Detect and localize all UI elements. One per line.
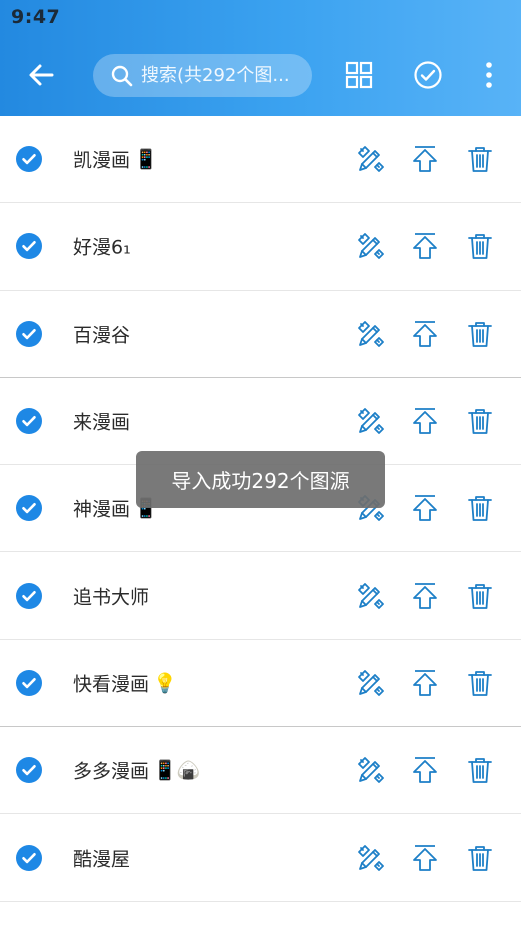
source-name: 追书大师 — [73, 582, 153, 609]
list-item[interactable]: 凯漫画 📱 — [0, 116, 521, 204]
edit-icon[interactable] — [356, 231, 386, 261]
list-item[interactable]: 酷漫屋 — [0, 814, 521, 902]
grid-view-button[interactable] — [340, 56, 378, 94]
move-to-top-icon[interactable] — [410, 581, 440, 611]
move-to-top-icon[interactable] — [410, 493, 440, 523]
list-item[interactable]: 追书大师 — [0, 552, 521, 640]
check-circle-icon — [414, 61, 442, 89]
source-emoji: 📱🍙 — [153, 759, 201, 782]
checked-checkbox-icon[interactable] — [16, 408, 42, 435]
source-name: 酷漫屋 — [73, 844, 134, 871]
source-emoji: 💡 — [153, 672, 177, 695]
list-item[interactable]: 百漫谷 — [0, 291, 521, 378]
source-name: 百漫谷 — [73, 320, 134, 347]
edit-icon[interactable] — [356, 843, 386, 873]
status-time: 9:47 — [11, 6, 61, 28]
delete-icon[interactable] — [465, 406, 495, 436]
move-to-top-icon[interactable] — [410, 406, 440, 436]
move-to-top-icon[interactable] — [410, 231, 440, 261]
search-icon — [111, 65, 133, 86]
checked-checkbox-icon[interactable] — [16, 495, 42, 522]
source-name: 凯漫画 📱 — [73, 146, 158, 173]
source-name-text: 百漫谷 — [73, 324, 131, 347]
source-name-text: 来漫画 — [73, 411, 131, 434]
delete-icon[interactable] — [465, 843, 495, 873]
search-input[interactable] — [141, 65, 301, 86]
edit-icon[interactable] — [356, 319, 386, 349]
checked-checkbox-icon[interactable] — [16, 757, 42, 784]
delete-icon[interactable] — [465, 231, 495, 261]
list-item[interactable]: 多多漫画 📱🍙 — [0, 727, 521, 815]
checked-checkbox-icon[interactable] — [16, 320, 42, 347]
source-name-text: 神漫画 — [73, 498, 131, 521]
back-button[interactable] — [22, 56, 60, 94]
checked-checkbox-icon[interactable] — [16, 582, 42, 609]
checked-checkbox-icon[interactable] — [16, 146, 42, 173]
move-to-top-icon[interactable] — [410, 755, 440, 785]
source-name: 来漫画 — [73, 408, 134, 435]
checked-checkbox-icon[interactable] — [16, 233, 42, 260]
select-all-button[interactable] — [409, 56, 447, 94]
source-name-text: 追书大师 — [73, 586, 150, 609]
edit-icon[interactable] — [356, 406, 386, 436]
search-box[interactable] — [93, 54, 312, 97]
delete-icon[interactable] — [465, 319, 495, 349]
delete-icon[interactable] — [465, 493, 495, 523]
move-to-top-icon[interactable] — [410, 319, 440, 349]
source-name: 多多漫画 📱🍙 — [73, 757, 200, 784]
checked-checkbox-icon[interactable] — [16, 844, 42, 871]
list-item[interactable]: 好漫6₁ — [0, 203, 521, 291]
source-emoji: 📱 — [134, 148, 158, 171]
source-name-text: 多多漫画 — [73, 760, 150, 783]
edit-icon[interactable] — [356, 581, 386, 611]
source-name-text: 好漫6₁ — [73, 236, 131, 259]
list-item[interactable]: 快看漫画 💡 — [0, 640, 521, 728]
edit-icon[interactable] — [356, 755, 386, 785]
grid-icon — [345, 61, 373, 89]
delete-icon[interactable] — [465, 144, 495, 174]
move-to-top-icon[interactable] — [410, 668, 440, 698]
back-arrow-icon — [29, 64, 54, 86]
source-name: 好漫6₁ — [73, 233, 135, 260]
toast-message: 导入成功292个图源 — [136, 451, 385, 508]
checked-checkbox-icon[interactable] — [16, 669, 42, 696]
source-name-text: 快看漫画 — [73, 673, 150, 696]
more-menu-button[interactable] — [470, 56, 508, 94]
move-to-top-icon[interactable] — [410, 843, 440, 873]
delete-icon[interactable] — [465, 668, 495, 698]
source-list: 凯漫画 📱 好漫6₁ 百漫谷来漫画神漫画 📱 追书大师快看漫画 💡 多多漫画 📱🍙 酷漫屋 — [0, 116, 521, 902]
move-to-top-icon[interactable] — [410, 144, 440, 174]
delete-icon[interactable] — [465, 755, 495, 785]
more-vert-icon — [486, 62, 492, 88]
edit-icon[interactable] — [356, 668, 386, 698]
delete-icon[interactable] — [465, 581, 495, 611]
edit-icon[interactable] — [356, 144, 386, 174]
source-name-text: 酷漫屋 — [73, 848, 131, 871]
app-bar: 9:47 — [0, 0, 521, 116]
source-name: 快看漫画 💡 — [73, 669, 177, 696]
source-name-text: 凯漫画 — [73, 149, 131, 172]
